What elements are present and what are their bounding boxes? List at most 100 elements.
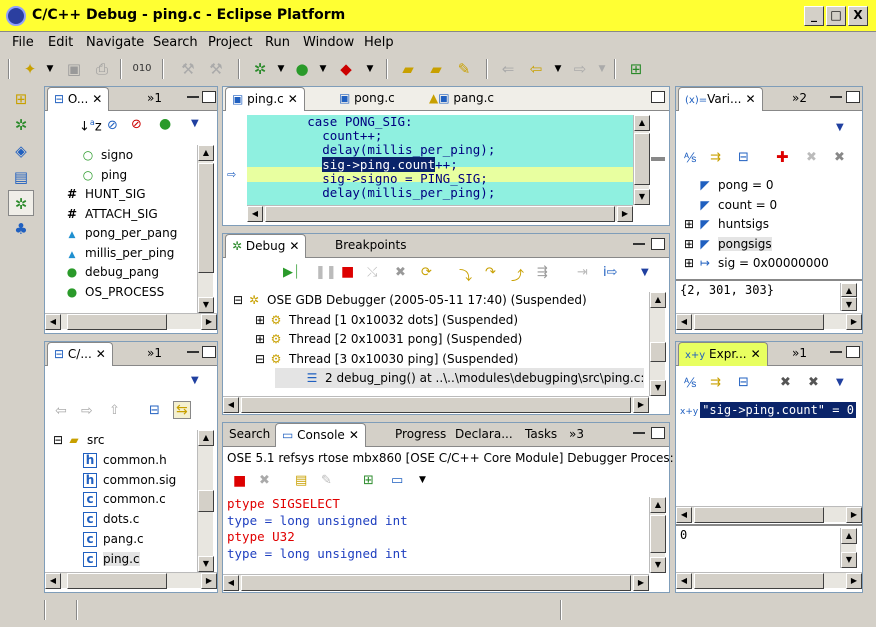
expressions-hscroll[interactable]: ◀ ▶ — [676, 506, 862, 523]
hide-nonpublic-icon[interactable]: ● — [159, 116, 171, 132]
tab-pang-c[interactable]: ▲▣ pang.c — [423, 87, 500, 111]
last-edit-icon[interactable]: ⇐ — [498, 58, 518, 80]
view-menu-icon[interactable]: ▼ — [641, 267, 649, 278]
scroll-thumb[interactable] — [650, 342, 666, 362]
scroll-down-icon[interactable]: ▼ — [634, 189, 650, 205]
debug-item[interactable]: ⊟ ⚙ Thread [3 0x10030 ping] (Suspended) — [253, 349, 518, 369]
show-type-names-icon[interactable]: ⅍ — [684, 150, 696, 166]
scroll-down-icon[interactable]: ▼ — [650, 557, 666, 573]
maximize-view-icon[interactable] — [202, 346, 216, 358]
scroll-thumb[interactable] — [265, 206, 615, 222]
scroll-up-icon[interactable]: ▲ — [841, 528, 857, 544]
menu-window[interactable]: Window — [303, 35, 354, 50]
step-into-icon[interactable]: ⤵ — [459, 265, 472, 284]
scroll-thumb[interactable] — [694, 573, 824, 589]
tab-outline[interactable]: ⊟ O... ✕ — [47, 87, 110, 111]
display-console-icon[interactable]: ▭ — [391, 473, 403, 488]
close-icon[interactable]: ✕ — [745, 92, 755, 106]
show-logical-structure-icon[interactable]: ⇉ — [710, 150, 721, 165]
expressions-detail-vscroll[interactable]: ▲ ▼ — [840, 528, 857, 568]
outline-item[interactable]: ○ ping — [81, 165, 127, 185]
variables-detail-vscroll[interactable]: ▲ ▼ — [840, 283, 857, 311]
editor-hscroll[interactable]: ◀ ▶ — [247, 205, 633, 222]
menu-search[interactable]: Search — [153, 35, 198, 50]
scroll-right-icon[interactable]: ▶ — [846, 573, 862, 589]
collapse-all-icon[interactable]: ⊟ — [738, 150, 749, 165]
debug-hscroll[interactable]: ◀ ▶ — [223, 396, 649, 413]
dropdown-arrow-icon[interactable]: ▼ — [40, 58, 60, 80]
remove-all-expressions-icon[interactable]: ✖ — [808, 375, 819, 390]
tab-console[interactable]: ▭ Console ✕ — [275, 423, 366, 447]
project-item[interactable]: c pang.c — [83, 529, 144, 549]
open-perspective-icon[interactable]: ⊞ — [626, 58, 646, 80]
close-icon[interactable]: ✕ — [92, 92, 102, 106]
scroll-left-icon[interactable]: ◀ — [676, 507, 692, 523]
expand-toggle-icon[interactable]: ⊞ — [682, 234, 696, 254]
open-perspective-icon[interactable]: ⊞ — [8, 86, 34, 112]
scroll-lock-icon[interactable]: ▤ — [295, 473, 307, 488]
scroll-right-icon[interactable]: ▶ — [846, 314, 862, 330]
minimize-view-icon[interactable] — [633, 432, 645, 434]
scroll-thumb[interactable] — [241, 575, 631, 591]
project-item[interactable]: c dots.c — [83, 509, 139, 529]
debug-item[interactable]: ⊞ ⚙ Thread [1 0x10032 dots] (Suspended) — [253, 310, 518, 330]
variable-item[interactable]: ⊞ ◤ pongsigs — [682, 234, 772, 254]
print-icon[interactable]: ⎙ — [92, 58, 112, 80]
restart-icon[interactable]: ⟳ — [421, 265, 432, 280]
tab-variables[interactable]: (x)=Vari... ✕ — [678, 87, 763, 111]
project-item[interactable]: ⊟ ▰ src — [51, 430, 105, 450]
link-editor-icon[interactable]: ⇆ — [173, 401, 191, 419]
tab-tasks[interactable]: Tasks — [519, 423, 563, 447]
tab-pong-c[interactable]: ▣ pong.c — [333, 87, 401, 111]
projects-hscroll[interactable]: ◀ ▶ — [45, 572, 217, 589]
close-icon[interactable]: ✕ — [96, 347, 106, 361]
build-icon[interactable]: ⚒ — [178, 58, 198, 80]
variable-item[interactable]: ⊞ ↦ sig = 0x00000000 — [682, 253, 829, 273]
add-global-icon[interactable]: ✚ — [776, 148, 789, 166]
scroll-up-icon[interactable]: ▲ — [198, 430, 214, 446]
console-hscroll[interactable]: ◀ ▶ — [223, 574, 649, 591]
outline-vscroll[interactable]: ▲ ▼ — [197, 145, 214, 313]
view-overflow-button[interactable]: »3 — [563, 423, 590, 447]
overview-ruler-mark[interactable] — [651, 157, 665, 161]
variables-hscroll[interactable]: ◀ ▶ — [676, 313, 862, 330]
expressions-detail-hscroll[interactable]: ◀ ▶ — [676, 572, 862, 589]
project-item[interactable]: c ping.c — [83, 549, 140, 568]
use-step-filters-icon[interactable]: ⇥ — [577, 265, 588, 280]
collapse-toggle-icon[interactable]: ⊟ — [51, 430, 65, 450]
tab-search[interactable]: Search — [223, 423, 276, 447]
debug-vscroll[interactable]: ▲ ▼ — [649, 292, 666, 396]
variable-item[interactable]: ◤ pong = 0 — [682, 175, 773, 195]
maximize-button[interactable]: □ — [826, 6, 846, 26]
open-type-icon[interactable]: ▰ — [426, 58, 446, 80]
scroll-thumb[interactable] — [241, 397, 631, 413]
scroll-down-icon[interactable]: ▼ — [198, 556, 214, 572]
debug-perspective-icon[interactable]: ✲ — [8, 112, 34, 138]
back-icon[interactable]: ⇦ — [526, 58, 546, 80]
menu-edit[interactable]: Edit — [48, 35, 73, 50]
resume-icon[interactable]: ▶⏐ — [283, 265, 300, 280]
tab-debug[interactable]: ✲ Debug ✕ — [225, 234, 307, 258]
scroll-left-icon[interactable]: ◀ — [676, 314, 692, 330]
code-area[interactable]: case PONG_SIG: count++; delay(millis_per… — [247, 115, 633, 205]
remove-global-icon[interactable]: ✖ — [806, 150, 817, 165]
projects-vscroll[interactable]: ▲ ▼ — [197, 430, 214, 572]
scroll-thumb[interactable] — [634, 133, 650, 185]
sort-icon[interactable]: ↓az — [79, 118, 102, 134]
outline-item[interactable]: ○ signo — [81, 145, 133, 165]
forward-icon[interactable]: ⇨ — [570, 58, 590, 80]
remove-expression-icon[interactable]: ✖ — [780, 375, 791, 390]
remove-launch-icon[interactable]: ✖ — [259, 473, 270, 488]
hide-static-icon[interactable]: ⊘ — [131, 117, 142, 132]
scroll-left-icon[interactable]: ◀ — [223, 397, 239, 413]
tab-progress[interactable]: Progress — [389, 423, 452, 447]
project-item[interactable]: h common.h — [83, 450, 167, 470]
drop-to-frame-icon[interactable]: ⇶ — [537, 265, 548, 280]
view-menu-icon[interactable]: ▼ — [836, 122, 844, 133]
run-icon[interactable]: ● — [292, 58, 312, 80]
expression-detail[interactable]: 0 — [680, 528, 687, 542]
scroll-down-icon[interactable]: ▼ — [841, 552, 857, 568]
detail-sash[interactable] — [676, 524, 862, 526]
minimize-view-icon[interactable] — [187, 96, 199, 98]
dropdown-arrow-icon[interactable]: ▼ — [271, 58, 291, 80]
